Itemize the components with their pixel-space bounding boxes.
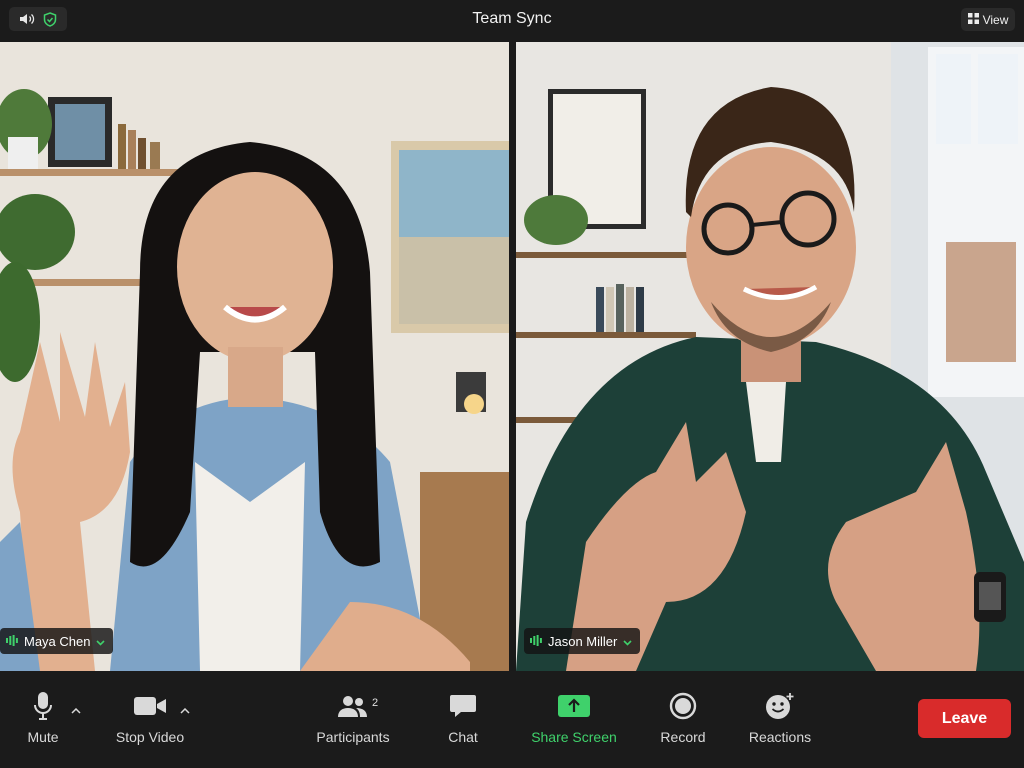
mute-options-caret-icon[interactable] [71,701,81,719]
participants-icon [337,689,369,723]
mute-label: Mute [27,729,59,745]
grid-icon [967,12,979,27]
chevron-down-icon[interactable] [96,634,106,649]
share-screen-button[interactable]: Share Screen [528,689,620,745]
video-options-caret-icon[interactable] [180,701,190,719]
audio-level-icon [6,634,18,649]
participant-name: Maya Chen [24,633,91,649]
record-button[interactable]: Record [656,689,710,745]
top-bar: Team Sync View [0,0,1024,40]
video-tile-jason[interactable]: Jason Miller [516,42,1024,671]
video-tile-maya[interactable]: Maya Chen [0,42,509,671]
microphone-icon [33,689,53,723]
reactions-button[interactable]: Reactions [746,689,814,745]
chat-label: Chat [448,729,478,745]
record-label: Record [660,729,706,745]
video-camera-icon [133,689,167,723]
chat-button[interactable]: Chat [443,689,483,745]
participants-count: 2 [372,697,379,709]
chevron-down-icon[interactable] [623,634,632,649]
participant-name-tag[interactable]: Maya Chen [0,628,114,654]
view-label: View [982,12,1009,27]
chat-bubble-icon [449,689,477,723]
reactions-label: Reactions [748,729,812,745]
participants-label: Participants [316,729,390,745]
view-button[interactable]: View [961,8,1015,31]
leave-button[interactable]: Leave [918,699,1011,738]
participant-name: Jason Miller [548,633,618,649]
stop-video-button[interactable]: Stop Video [112,689,188,745]
stop-video-label: Stop Video [115,729,185,745]
record-icon [669,689,697,723]
participant-video-feed [0,42,509,671]
share-screen-label: Share Screen [531,729,617,745]
mute-button[interactable]: Mute [20,689,66,745]
share-screen-icon [557,689,591,723]
audio-level-icon [530,634,542,649]
participant-video-feed [516,42,1024,671]
meeting-title: Team Sync [472,10,552,27]
meeting-toolbar: Mute Stop Video Participants 2 Chat Shar… [0,671,1024,768]
smiley-plus-icon [765,689,795,723]
participant-name-tag[interactable]: Jason Miller [524,628,641,654]
participants-button[interactable]: Participants [313,689,393,745]
